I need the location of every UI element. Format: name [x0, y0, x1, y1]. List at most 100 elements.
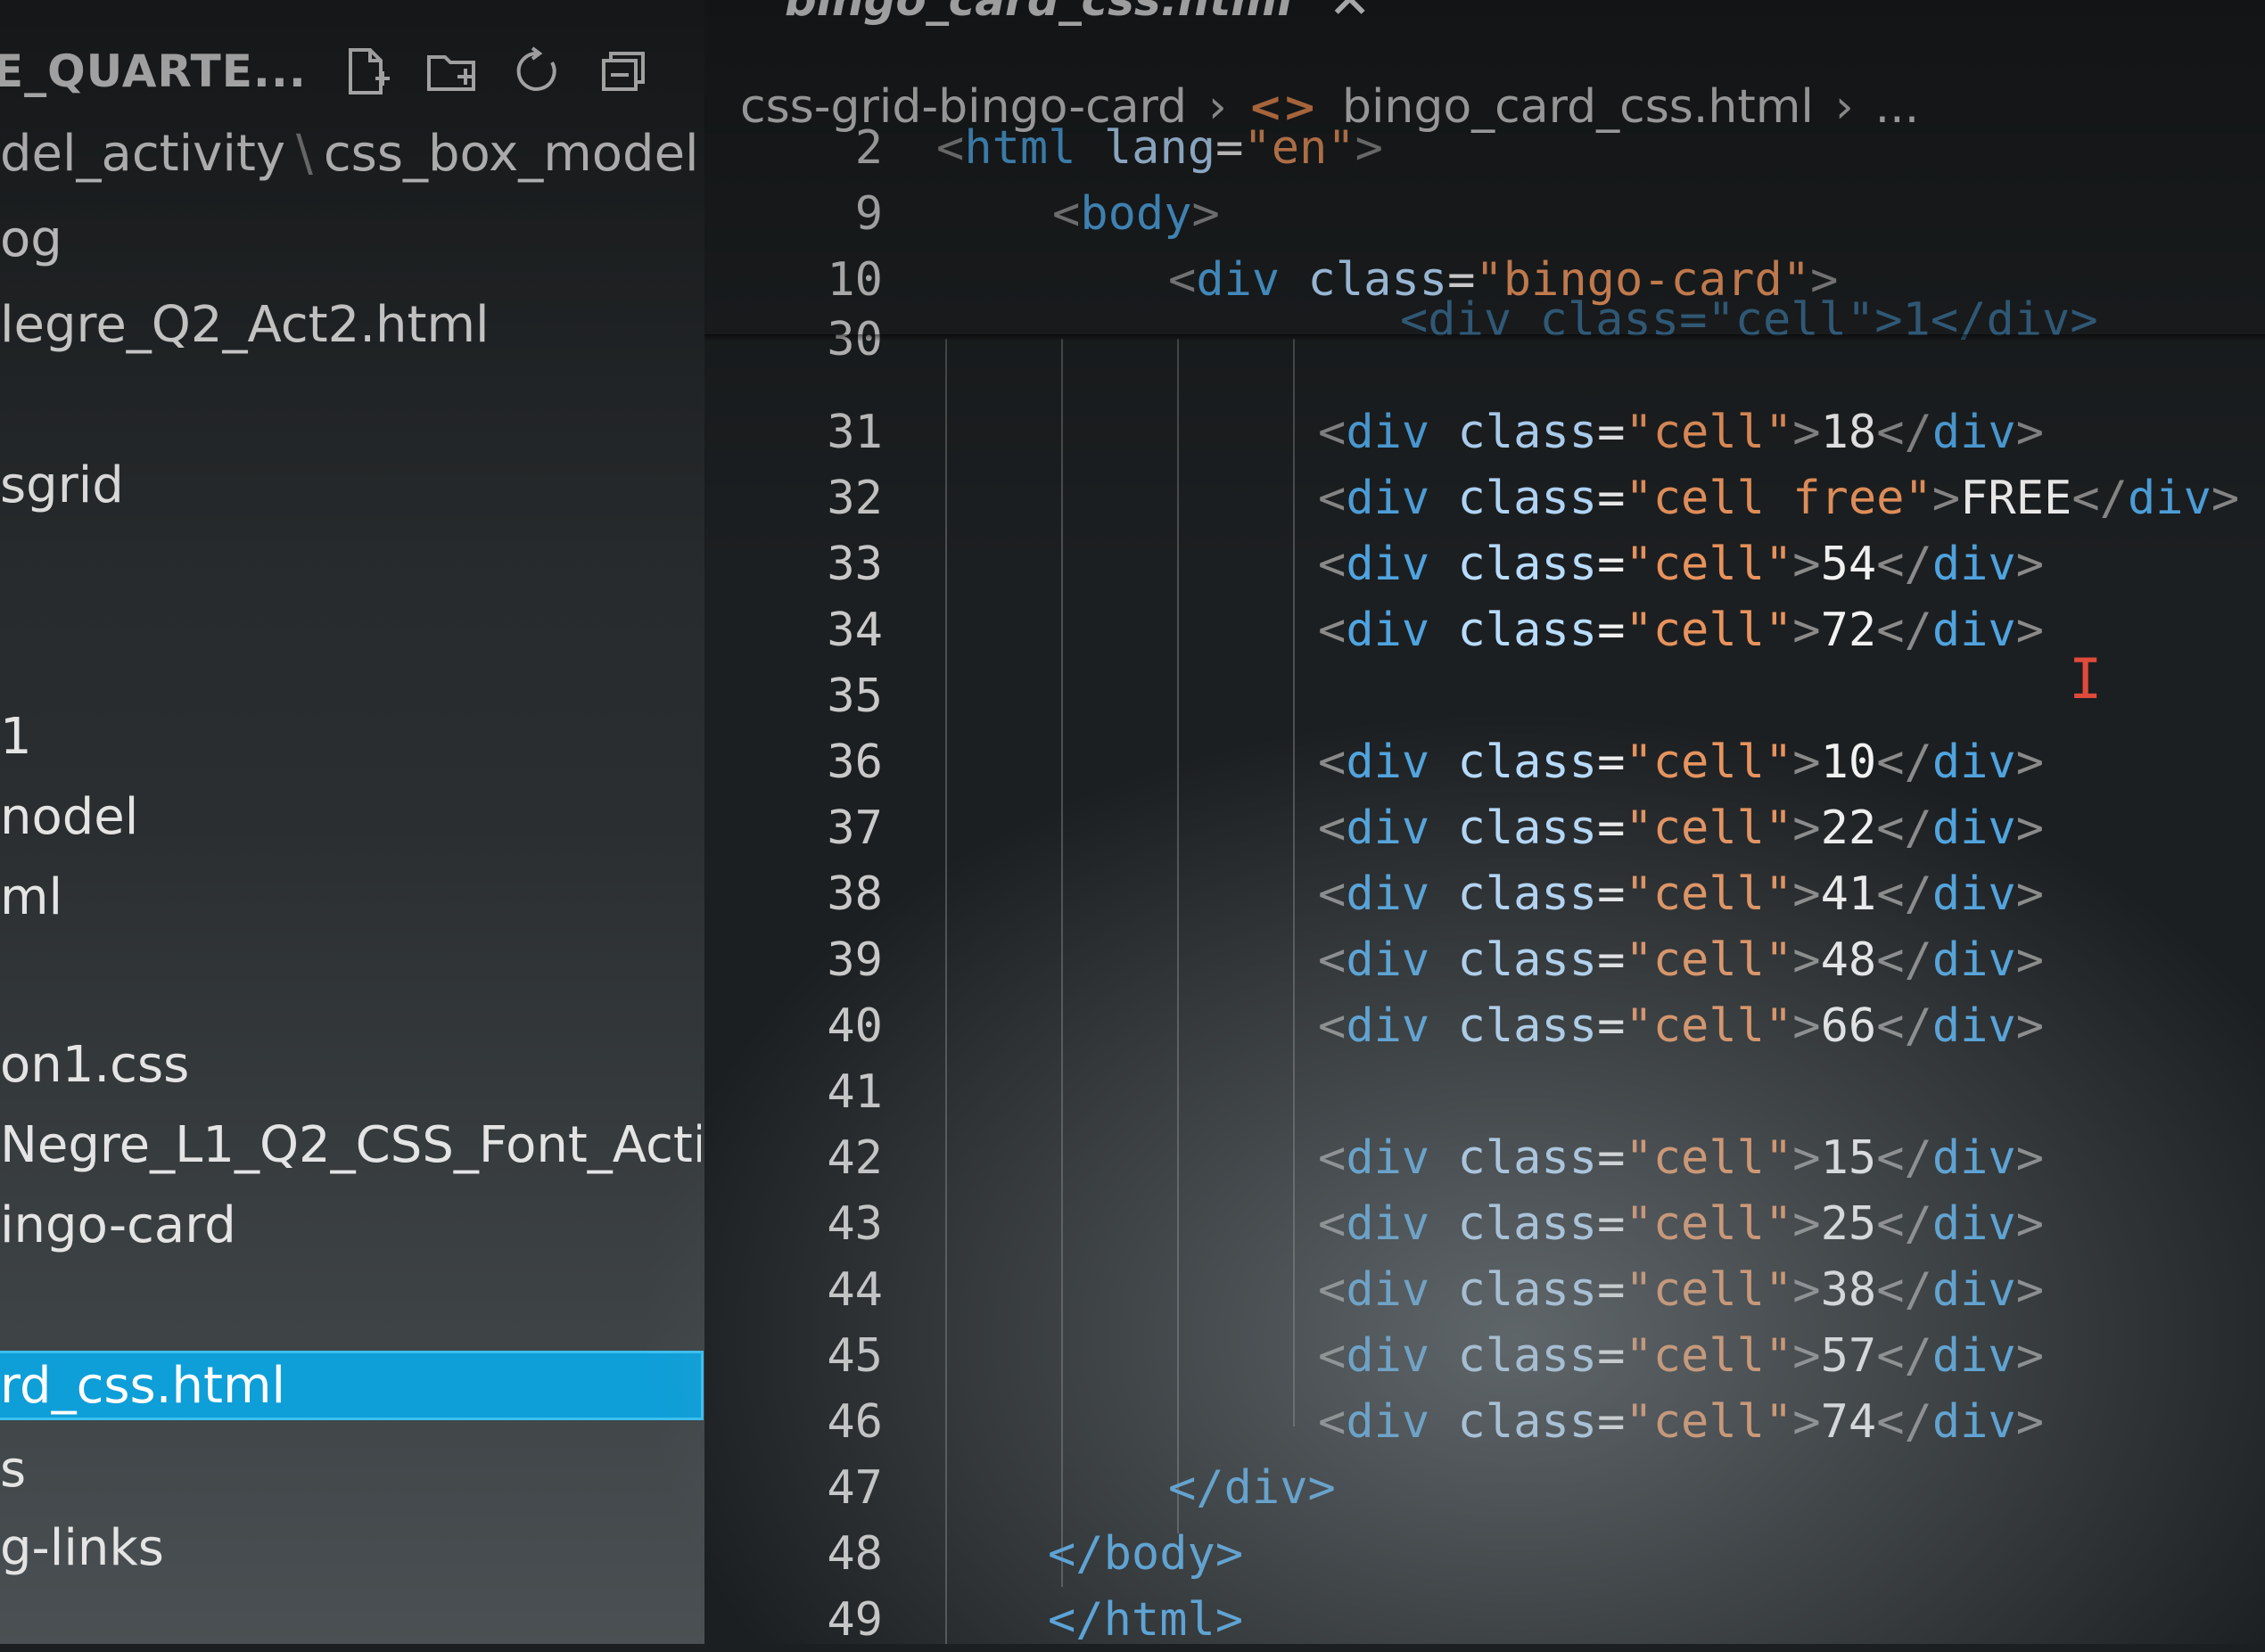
- explorer-item[interactable]: og: [0, 207, 701, 271]
- code-line[interactable]: 44 <div class="cell">38</div>: [704, 1258, 2265, 1322]
- line-code: <div class="cell">72</div>: [1318, 604, 2044, 657]
- explorer-header: E_QUARTE...: [0, 36, 696, 107]
- explorer-item[interactable]: ingo-card: [0, 1193, 701, 1257]
- tag-bracket: >: [2015, 538, 2045, 591]
- explorer-item[interactable]: 1: [0, 704, 701, 768]
- equals: =: [1597, 1263, 1626, 1317]
- explorer-item-breadcrumb-path[interactable]: del_activity \ css_box_model...: [0, 121, 701, 185]
- line-code: <div class="cell">15</div>: [1318, 1131, 2044, 1185]
- equals: =: [1597, 801, 1626, 855]
- new-folder-icon[interactable]: [424, 44, 480, 99]
- cell-text: 66: [1820, 999, 1877, 1053]
- code-line[interactable]: 43 <div class="cell">25</div>: [704, 1192, 2265, 1256]
- explorer-folder-title[interactable]: E_QUARTE...: [0, 45, 307, 97]
- tag-bracket: >: [2015, 1263, 2045, 1317]
- line-code: <div class="cell">48</div>: [1318, 933, 2044, 987]
- tag-bracket: >: [1792, 736, 1821, 789]
- code-line[interactable]: 34 <div class="cell">72</div>: [704, 598, 2265, 662]
- tag-bracket: </: [1876, 538, 1932, 591]
- refresh-icon[interactable]: [510, 44, 565, 99]
- tag-name: div: [1346, 1263, 1430, 1317]
- tag-name: div: [1346, 538, 1430, 591]
- line-number: 48: [827, 1527, 883, 1581]
- code-line[interactable]: 35: [704, 664, 2265, 728]
- new-file-icon[interactable]: [339, 44, 394, 99]
- tag-name: div: [2127, 472, 2211, 525]
- tag-name: div: [1346, 1131, 1430, 1185]
- line-number: 47: [827, 1461, 883, 1515]
- tag-bracket: <: [1318, 1329, 1347, 1383]
- code-line[interactable]: 31 <div class="cell">18</div>: [704, 400, 2265, 464]
- cell-text: 22: [1820, 801, 1877, 855]
- tag-name: html: [964, 121, 1076, 175]
- code-line[interactable]: 41: [704, 1060, 2265, 1124]
- cell-text: 72: [1820, 604, 1877, 657]
- line-number: 40: [827, 999, 883, 1053]
- attr-name: class: [1457, 999, 1598, 1053]
- equals: =: [1597, 736, 1626, 789]
- explorer-item[interactable]: legre_Q2_Act2.html: [0, 292, 701, 357]
- code-line[interactable]: 32 <div class="cell free">FREE</div>: [704, 466, 2265, 530]
- tag-name: div: [1931, 801, 2016, 855]
- code-line[interactable]: 49 </html>: [704, 1588, 2265, 1652]
- tag-bracket: >: [1792, 999, 1821, 1053]
- code-line[interactable]: 37 <div class="cell">22</div>: [704, 796, 2265, 860]
- tag-bracket: >: [1792, 801, 1821, 855]
- code-line[interactable]: 45 <div class="cell">57</div>: [704, 1324, 2265, 1388]
- tag-name: div: [1931, 736, 2016, 789]
- code-line[interactable]: 48 </body>: [704, 1522, 2265, 1586]
- explorer-item[interactable]: sgrid: [0, 453, 701, 517]
- tag-bracket: <: [1318, 801, 1347, 855]
- code-line[interactable]: 47 </div>: [704, 1456, 2265, 1520]
- tag-bracket: >: [1792, 1263, 1821, 1317]
- code-editor[interactable]: 2 <html lang="en"> 9 <body> 10 <div class="bi…: [704, 121, 2265, 1647]
- editor-tab[interactable]: bingo_card_css.html ✕: [785, 0, 1371, 36]
- explorer-item-label: g-links: [0, 1518, 164, 1577]
- tag-bracket: >: [1792, 1395, 1821, 1449]
- tag-bracket: </: [1876, 1263, 1932, 1317]
- line-code: <div class="cell">57</div>: [1318, 1329, 2044, 1383]
- code-line[interactable]: 40 <div class="cell">66</div>: [704, 994, 2265, 1058]
- code-line[interactable]: 33 <div class="cell">54</div>: [704, 532, 2265, 596]
- line-number: 38: [827, 867, 883, 921]
- sticky-line[interactable]: 9 <body>: [704, 182, 2265, 246]
- explorer-item[interactable]: on1.css: [0, 1032, 701, 1097]
- tag-name: div: [1931, 538, 2016, 591]
- tag-bracket: >: [1355, 121, 1383, 175]
- explorer-toolbar: [339, 44, 651, 99]
- tag-bracket: </: [2071, 472, 2128, 525]
- explorer-item[interactable]: ml: [0, 865, 701, 929]
- sticky-line[interactable]: 2 <html lang="en">: [704, 116, 2265, 180]
- explorer-item[interactable]: nodel: [0, 785, 701, 849]
- explorer-item-selected[interactable]: rd_css.html: [0, 1351, 704, 1420]
- code-line[interactable]: 38 <div class="cell">41</div>: [704, 862, 2265, 926]
- tag-name: div: [1931, 406, 2016, 459]
- line-number: 37: [827, 801, 883, 855]
- cell-text: 10: [1820, 736, 1877, 789]
- code-line[interactable]: 36 <div class="cell">10</div>: [704, 730, 2265, 794]
- attr-value: "cell": [1625, 801, 1793, 855]
- cell-text: 54: [1820, 538, 1877, 591]
- tag-bracket: <: [1318, 1197, 1347, 1251]
- close-icon[interactable]: ✕: [1328, 0, 1371, 30]
- explorer-item[interactable]: Negre_L1_Q2_CSS_Font_Acti...: [0, 1113, 701, 1177]
- code-line[interactable]: 39 <div class="cell">48</div>: [704, 928, 2265, 992]
- explorer-item[interactable]: g-links: [0, 1516, 701, 1580]
- tag-name: div: [1346, 1197, 1430, 1251]
- tag-name: div: [1346, 736, 1430, 789]
- line-number: 9: [854, 187, 883, 241]
- tag-name: div: [1346, 999, 1430, 1053]
- code-line[interactable]: 42 <div class="cell">15</div>: [704, 1126, 2265, 1190]
- explorer-item-label: og: [0, 210, 62, 268]
- cell-text: 18: [1820, 406, 1877, 459]
- attr-value: "cell": [1625, 604, 1793, 657]
- code-line[interactable]: 46 <div class="cell">74</div>: [704, 1390, 2265, 1454]
- line-code: <div class="cell">41</div>: [1318, 867, 2044, 921]
- collapse-all-icon[interactable]: [596, 44, 651, 99]
- explorer-item[interactable]: s: [0, 1437, 701, 1501]
